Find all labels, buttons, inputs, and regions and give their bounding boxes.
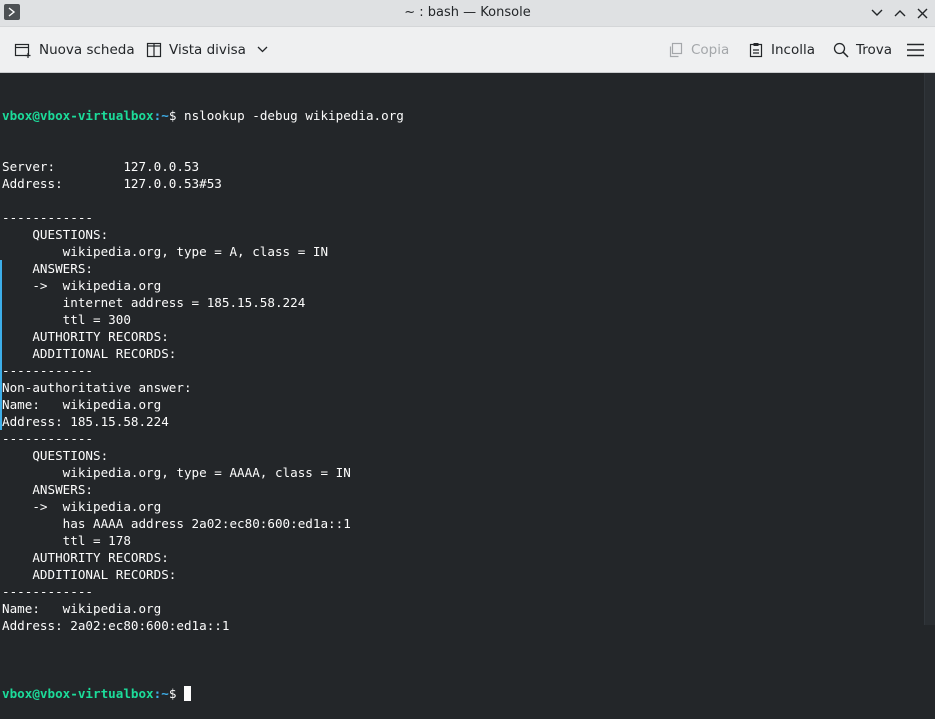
split-view-button[interactable]: Vista divisa <box>146 27 268 72</box>
find-button[interactable]: Trova <box>833 27 892 72</box>
prompt-user-host: vbox@vbox-virtualbox <box>2 686 154 701</box>
prompt-symbol: $ <box>168 108 184 123</box>
output-line: internet address = 185.15.58.224 <box>2 295 306 310</box>
prompt-symbol: $ <box>168 686 184 701</box>
maximize-button[interactable] <box>891 4 909 22</box>
minimize-button[interactable] <box>868 4 886 22</box>
output-line: AUTHORITY RECORDS: <box>2 329 169 344</box>
output-line: wikipedia.org, type = A, class = IN <box>2 244 329 259</box>
output-block: Server: 127.0.0.53 Address: 127.0.0.53#53… <box>2 158 924 651</box>
output-line: Address: 2a02:ec80:600:ed1a::1 <box>2 618 230 633</box>
find-label: Trova <box>856 41 893 58</box>
split-view-label: Vista divisa <box>169 41 246 58</box>
output-line: ------------ <box>2 431 93 446</box>
output-line: Server: 127.0.0.53 <box>2 159 200 174</box>
chevron-down-icon <box>871 9 883 16</box>
toolbar: Nuova scheda Vista divisa Copia Incolla … <box>0 27 935 73</box>
output-line: ANSWERS: <box>2 482 93 497</box>
output-line: AUTHORITY RECORDS: <box>2 550 169 565</box>
copy-label: Copia <box>691 41 730 58</box>
output-line: ------------ <box>2 363 93 378</box>
output-line: -> wikipedia.org <box>2 278 162 293</box>
output-line: Address: 185.15.58.224 <box>2 414 169 429</box>
output-line: -> wikipedia.org <box>2 499 162 514</box>
output-line: ttl = 178 <box>2 533 131 548</box>
output-line: ttl = 300 <box>2 312 131 327</box>
active-prompt-line[interactable]: vbox@vbox-virtualbox:~$ <box>2 685 924 702</box>
output-line: has AAAA address 2a02:ec80:600:ed1a::1 <box>2 516 351 531</box>
output-line: ------------ <box>2 210 93 225</box>
command-text: nslookup -debug wikipedia.org <box>184 108 404 123</box>
output-line: QUESTIONS: <box>2 227 109 242</box>
output-line: ADDITIONAL RECORDS: <box>2 567 177 582</box>
command-line: vbox@vbox-virtualbox:~$ nslookup -debug … <box>2 107 924 124</box>
scrollbar[interactable] <box>924 73 935 625</box>
chevron-up-icon <box>894 10 906 17</box>
copy-icon <box>669 42 683 57</box>
close-icon <box>917 8 927 18</box>
search-icon <box>833 42 849 58</box>
new-tab-button[interactable]: Nuova scheda <box>14 27 135 72</box>
new-tab-label: Nuova scheda <box>39 41 135 58</box>
output-line: QUESTIONS: <box>2 448 109 463</box>
copy-button[interactable]: Copia <box>668 27 729 72</box>
hamburger-menu-button[interactable] <box>907 27 931 72</box>
output-line: ADDITIONAL RECORDS: <box>2 346 177 361</box>
paste-label: Incolla <box>771 41 815 58</box>
new-tab-icon <box>14 43 31 58</box>
hamburger-menu-icon <box>907 43 924 56</box>
prompt-user-host: vbox@vbox-virtualbox <box>2 108 154 123</box>
close-button[interactable] <box>913 4 931 22</box>
output-line: ------------ <box>2 584 93 599</box>
paste-button[interactable]: Incolla <box>748 27 815 72</box>
terminal-output[interactable]: vbox@vbox-virtualbox:~$ nslookup -debug … <box>0 73 924 701</box>
output-line: ANSWERS: <box>2 261 93 276</box>
prompt-path: :~ <box>153 686 169 701</box>
scroll-marker <box>0 260 2 430</box>
paste-icon <box>749 42 763 57</box>
split-view-icon <box>146 42 162 57</box>
output-line: Name: wikipedia.org <box>2 601 162 616</box>
prompt-path: :~ <box>153 108 169 123</box>
output-line: Address: 127.0.0.53#53 <box>2 176 222 191</box>
output-line: wikipedia.org, type = AAAA, class = IN <box>2 465 351 480</box>
chevron-down-icon <box>257 46 268 53</box>
text-cursor <box>184 686 191 701</box>
output-line: Non-authoritative answer: <box>2 380 192 395</box>
output-line: Name: wikipedia.org <box>2 397 162 412</box>
window-title: ~ : bash — Konsole <box>404 5 531 20</box>
title-bar[interactable]: ~ : bash — Konsole <box>0 0 935 27</box>
